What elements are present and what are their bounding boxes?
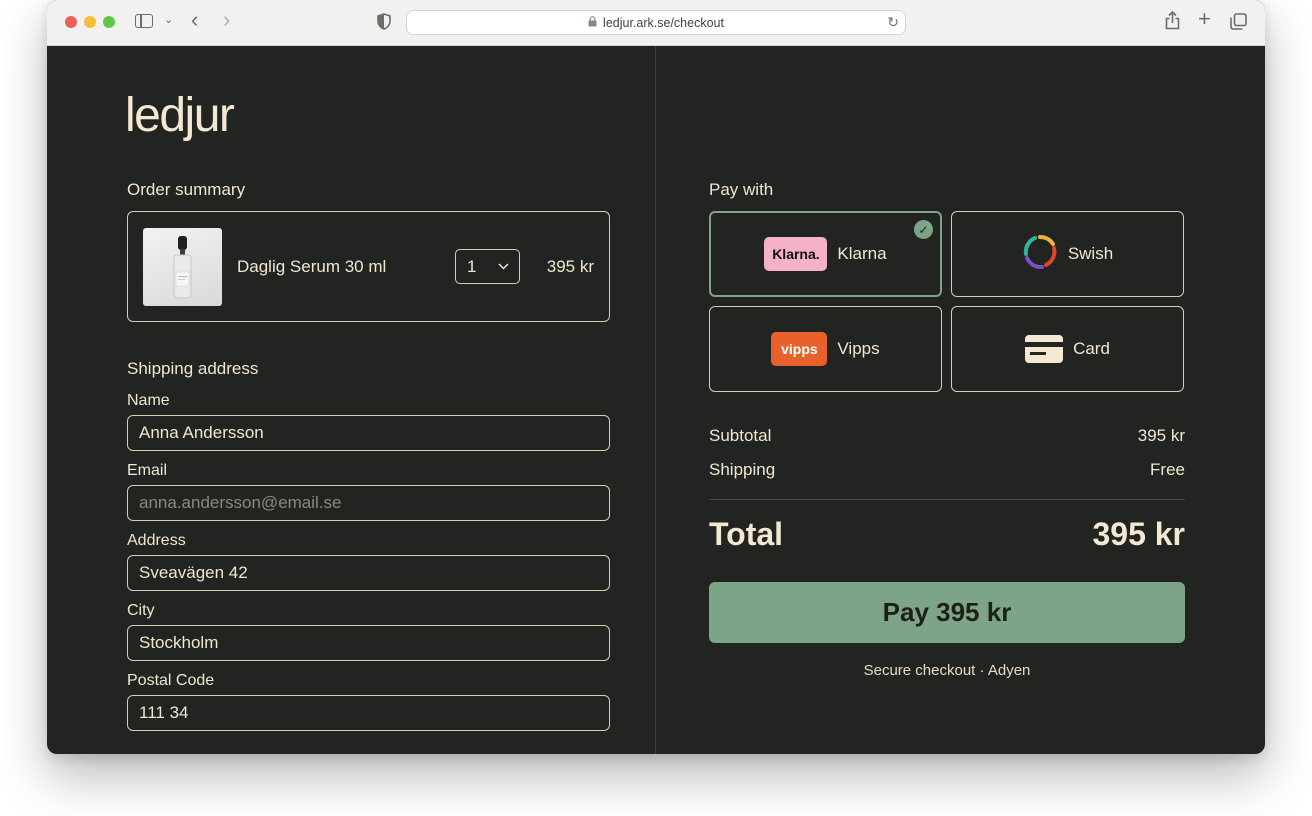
vipps-logo: vipps [771, 332, 828, 366]
quantity-value: 1 [467, 257, 477, 276]
total-label: Total [709, 516, 784, 552]
address-label: Address [127, 532, 186, 549]
email-field[interactable]: anna.andersson@email.se [127, 485, 610, 521]
pay-option-label: Card [1073, 339, 1110, 358]
address-bar[interactable]: ledjur.ark.se/checkout ↻ [406, 10, 906, 35]
shipping-address-title: Shipping address [127, 359, 259, 378]
pay-option-swish[interactable]: Swish [951, 211, 1184, 297]
lock-icon [588, 15, 597, 30]
credit-card-icon [1025, 335, 1064, 363]
totals-divider [709, 499, 1185, 500]
share-icon[interactable] [1165, 10, 1180, 35]
zoom-window-button[interactable] [103, 16, 115, 28]
plus-icon[interactable]: + [1198, 8, 1211, 30]
chevron-down-icon [498, 250, 509, 283]
sidebar-icon[interactable] [135, 14, 153, 28]
pay-option-label: Swish [1067, 244, 1114, 263]
checkout-page: ledjur Order summary Daglig Serum 30 ml … [47, 46, 1265, 754]
pay-option-label: Vipps [837, 339, 880, 358]
city-field[interactable]: Stockholm [127, 625, 610, 661]
forward-icon[interactable]: › [223, 9, 230, 31]
subtotal-value: 395 kr [1137, 426, 1185, 445]
address-field[interactable]: Sveavägen 42 [127, 555, 610, 591]
column-divider [655, 46, 656, 754]
klarna-logo: Klarna. [764, 237, 828, 271]
postal-code-field[interactable]: 111 34 [127, 695, 610, 731]
pay-with-title: Pay with [709, 180, 774, 199]
back-icon[interactable]: ‹ [191, 9, 198, 31]
quantity-select[interactable]: 1 [455, 249, 520, 284]
shield-icon[interactable] [377, 13, 391, 35]
email-label: Email [127, 462, 168, 479]
name-field[interactable]: Anna Andersson [127, 415, 610, 451]
pay-option-label: Klarna [837, 244, 887, 263]
shipping-row: Shipping Free [709, 460, 1185, 480]
total-value: 395 kr [1092, 516, 1185, 552]
reload-icon[interactable]: ↻ [887, 14, 899, 31]
name-label: Name [127, 392, 170, 409]
order-item: Daglig Serum 30 ml 1 395 kr [127, 211, 610, 322]
pay-button[interactable]: Pay 395 kr [709, 582, 1185, 643]
chevron-down-icon[interactable]: ⌄ [164, 13, 173, 26]
subtotal-label: Subtotal [709, 426, 772, 445]
shipping-value: Free [1150, 460, 1185, 479]
minimize-window-button[interactable] [84, 16, 96, 28]
secure-checkout-note: Secure checkout · Adyen [863, 662, 1031, 679]
shipping-label: Shipping [709, 460, 776, 479]
close-window-button[interactable] [65, 16, 77, 28]
pay-option-card[interactable]: Card [951, 306, 1184, 392]
check-icon: ✓ [914, 220, 933, 239]
total-row: Total 395 kr [709, 516, 1185, 553]
pay-option-vipps[interactable]: vipps Vipps [709, 306, 942, 392]
product-image [143, 228, 222, 306]
postal-code-label: Postal Code [127, 672, 215, 689]
city-label: City [127, 602, 155, 619]
product-name: Daglig Serum 30 ml [237, 257, 387, 276]
item-price: 395 kr [546, 257, 594, 276]
pay-option-klarna[interactable]: Klarna. Klarna ✓ [709, 211, 942, 297]
tabs-overview-icon[interactable] [1230, 13, 1247, 35]
subtotal-row: Subtotal 395 kr [709, 426, 1185, 446]
url-text: ledjur.ark.se/checkout [603, 15, 724, 30]
browser-toolbar: ⌄ ‹ › ledjur.ark.se/checkout ↻ + [47, 0, 1265, 46]
brand-logo[interactable]: ledjur [125, 88, 235, 143]
browser-window: ⌄ ‹ › ledjur.ark.se/checkout ↻ + ledjur … [47, 0, 1265, 754]
swish-logo [1022, 234, 1058, 275]
order-summary-title: Order summary [127, 180, 246, 199]
